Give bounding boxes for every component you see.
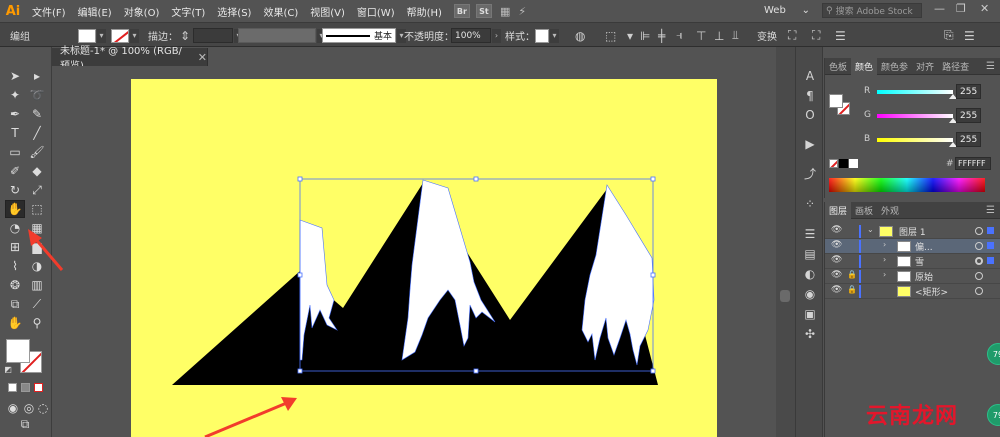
layer-row[interactable]: 👁 🔒 <矩形>	[825, 284, 1000, 299]
layers-panel-tabs: 图层 画板 外观 ☰	[825, 201, 1000, 219]
selection-indicator[interactable]	[987, 227, 994, 234]
tab-swatches[interactable]: 色板	[825, 58, 851, 75]
blue-label: B	[864, 134, 871, 144]
layer-thumbnail	[879, 226, 893, 237]
layer-thumbnail	[897, 271, 911, 282]
layer-color-bar	[859, 285, 861, 298]
panel-menu-icon[interactable]: ☰	[986, 61, 1000, 72]
visibility-eye-icon[interactable]: 👁	[831, 270, 842, 280]
layers-menu-icon[interactable]: ☰	[986, 205, 1000, 216]
layer-name[interactable]: <矩形>	[915, 285, 948, 298]
layer-thumbnail	[897, 241, 911, 252]
visibility-eye-icon[interactable]: 👁	[831, 255, 842, 265]
graphic-styles-panel-icon[interactable]: ▣	[800, 305, 820, 323]
green-value-field[interactable]: 255	[956, 108, 981, 123]
green-label: G	[864, 110, 871, 120]
target-circle-icon[interactable]	[975, 242, 983, 250]
expand-chevron-icon[interactable]: ⌄	[867, 225, 874, 234]
gradient-panel-icon[interactable]: ▤	[800, 245, 820, 263]
actions-panel-icon[interactable]: ▶	[800, 135, 820, 153]
red-track[interactable]	[877, 90, 953, 94]
expand-chevron-icon[interactable]: ›	[883, 270, 886, 279]
tab-color[interactable]: 颜色	[851, 57, 878, 75]
layer-name[interactable]: 原始	[915, 270, 933, 283]
tab-artboards[interactable]: 画板	[851, 202, 877, 219]
layer-row[interactable]: 👁 › 偏...	[825, 239, 1000, 254]
black-swatch[interactable]	[839, 159, 848, 168]
color-spectrum[interactable]	[829, 178, 985, 192]
scrollbar-thumb[interactable]	[780, 290, 790, 302]
layer-row[interactable]: 👁 › 雪	[825, 254, 1000, 269]
hex-symbol: #	[946, 159, 954, 169]
hex-value-field[interactable]: FFFFFF	[955, 157, 991, 170]
green-track[interactable]	[877, 114, 953, 118]
blue-slider[interactable]: B 255	[825, 132, 1000, 147]
stroke-panel-icon[interactable]: ☰	[800, 225, 820, 243]
visibility-eye-icon[interactable]: 👁	[831, 240, 842, 250]
selection-indicator[interactable]	[987, 257, 994, 264]
symbols-panel-icon[interactable]: ✣	[800, 325, 820, 343]
tab-color-guide[interactable]: 颜色参	[877, 58, 912, 75]
white-swatch[interactable]	[849, 159, 858, 168]
layer-name[interactable]: 偏...	[915, 240, 933, 253]
target-circle-icon[interactable]	[975, 287, 983, 295]
target-circle-icon[interactable]	[975, 272, 983, 280]
layer-name[interactable]: 雪	[915, 255, 924, 268]
libraries-panel-icon[interactable]: ⁘	[800, 195, 820, 213]
red-label: R	[864, 86, 871, 96]
red-slider[interactable]: R 255	[825, 84, 1000, 99]
expand-chevron-icon[interactable]: ›	[883, 240, 886, 249]
layer-color-bar	[859, 270, 861, 283]
color-panel-tabs: 色板 颜色 颜色参 对齐 路径查 ☰	[825, 57, 1000, 75]
selection-indicator[interactable]	[987, 242, 994, 249]
target-circle-icon[interactable]	[975, 227, 983, 235]
blue-value-field[interactable]: 255	[956, 132, 981, 147]
annotation-arrow-canvas	[204, 397, 297, 437]
expand-chevron-icon[interactable]: ›	[883, 255, 886, 264]
visibility-eye-icon[interactable]: 👁	[831, 225, 842, 235]
annotation-arrow-tool	[28, 229, 64, 271]
green-slider[interactable]: G 255	[825, 108, 1000, 123]
lock-icon[interactable]: 🔒	[847, 285, 857, 294]
layer-color-bar	[859, 255, 861, 268]
none-color-icon[interactable]	[829, 159, 838, 168]
panel-icon-strip: A ¶ O ▶ ⤴ ⁘ ☰ ▤ ◐ ◉ ▣ ✣	[795, 47, 823, 437]
canvas-scrollbar[interactable]	[776, 47, 795, 437]
tab-pathfinder[interactable]: 路径查	[938, 58, 973, 75]
visibility-eye-icon[interactable]: 👁	[831, 285, 842, 295]
layer-color-bar	[859, 240, 861, 253]
target-circle-icon[interactable]	[975, 257, 983, 265]
layer-thumbnail	[897, 256, 911, 267]
lock-icon[interactable]: 🔒	[847, 270, 857, 279]
layer-color-bar	[859, 225, 861, 238]
opentype-panel-icon[interactable]: O	[800, 106, 820, 124]
tab-layers[interactable]: 图层	[825, 201, 852, 219]
color-panel: 色板 颜色 颜色参 对齐 路径查 ☰ R 255 G 255 B 255 # F…	[824, 57, 1000, 198]
paragraph-panel-icon[interactable]: ¶	[800, 87, 820, 105]
layer-row[interactable]: 👁 🔒 › 原始	[825, 269, 1000, 284]
watermark-text: 云南龙网	[866, 404, 959, 429]
export-panel-icon[interactable]: ⤴	[800, 164, 820, 182]
tab-appearance[interactable]: 外观	[877, 202, 903, 219]
layer-row[interactable]: 👁 ⌄ 图层 1	[825, 224, 1000, 239]
layer-thumbnail	[897, 286, 911, 297]
character-panel-icon[interactable]: A	[800, 67, 820, 85]
fill-box[interactable]	[6, 339, 30, 363]
appearance-panel-icon[interactable]: ◉	[800, 285, 820, 303]
transparency-panel-icon[interactable]: ◐	[800, 265, 820, 283]
red-value-field[interactable]: 255	[956, 84, 981, 99]
tab-align[interactable]: 对齐	[912, 58, 938, 75]
blue-track[interactable]	[877, 138, 953, 142]
layer-name[interactable]: 图层 1	[899, 225, 926, 238]
color-fill-swatch[interactable]	[829, 94, 843, 108]
